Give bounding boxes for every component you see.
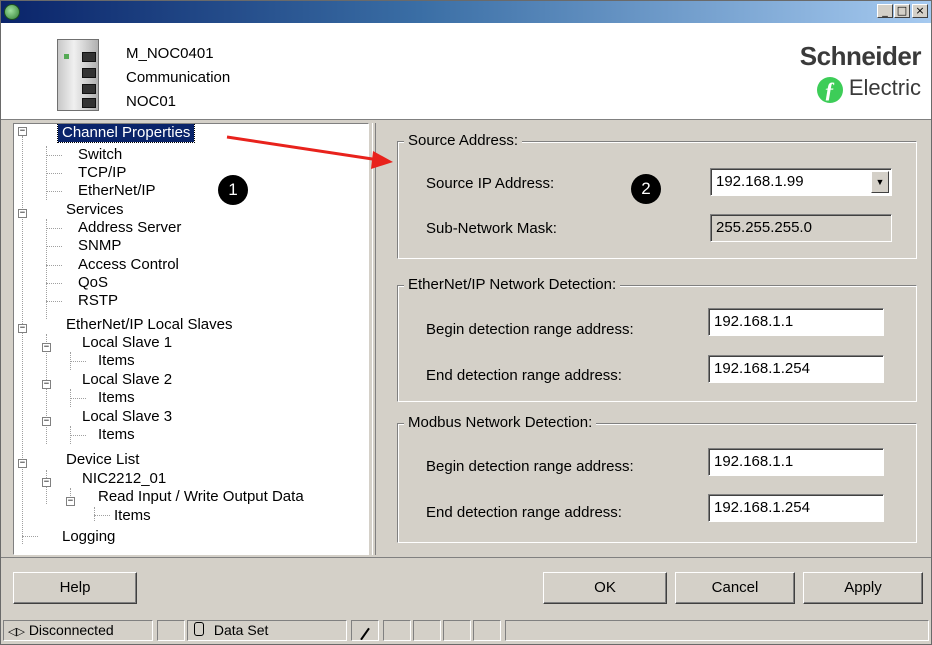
status-pane-blank (383, 620, 411, 641)
edit-pencil-icon (351, 620, 379, 641)
button-bar: Help OK Cancel Apply (1, 557, 931, 616)
status-pane-blank (413, 620, 441, 641)
status-bar: ◁▷ Disconnected Data Set (1, 617, 931, 644)
cancel-button[interactable]: Cancel (675, 572, 795, 604)
status-pane-blank (157, 620, 185, 641)
annotation-arrow-line (226, 135, 380, 162)
connection-status-text: Disconnected (28, 622, 114, 638)
ok-button[interactable]: OK (543, 572, 667, 604)
help-button[interactable]: Help (13, 572, 137, 604)
disconnected-icon: ◁▷ (8, 625, 25, 638)
annotation-arrow-head (371, 151, 393, 169)
apply-button[interactable]: Apply (803, 572, 923, 604)
dataset-status-text: Data Set (213, 622, 269, 638)
dataset-status: Data Set (187, 620, 347, 641)
annotation-arrow (226, 135, 393, 169)
dataset-icon (194, 622, 204, 636)
status-pane-blank (473, 620, 501, 641)
dtm-window: _ □ × M_NOC0401 Communication NOC01 Schn… (0, 0, 932, 645)
status-pane-main (505, 620, 929, 641)
connection-status: ◁▷ Disconnected (3, 620, 153, 641)
status-pane-blank (443, 620, 471, 641)
